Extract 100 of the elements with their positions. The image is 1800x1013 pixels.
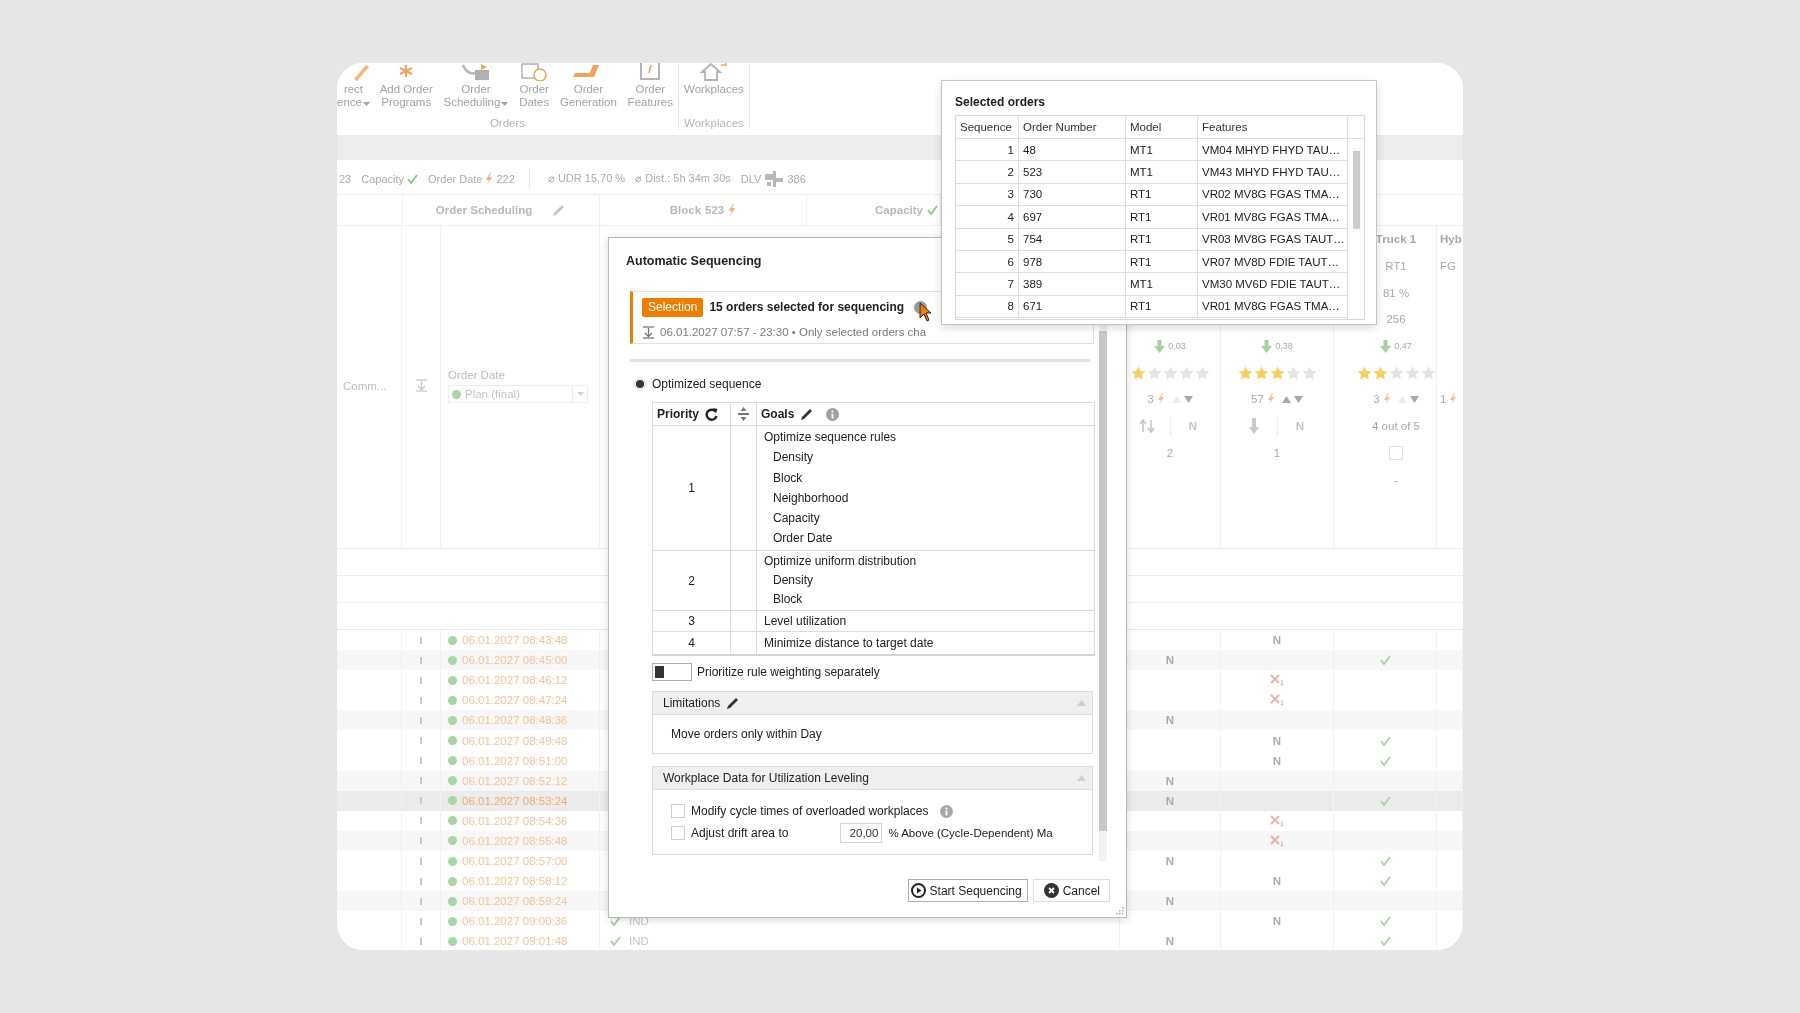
table-cell: 730 bbox=[1023, 188, 1043, 201]
column-header: Capacity bbox=[875, 204, 923, 216]
table-cell: VR01 MV8G FGAS TMA… bbox=[1202, 300, 1340, 313]
date-text: 06.01.2027 08:47:24 bbox=[462, 694, 568, 707]
column-header: Block bbox=[669, 204, 702, 216]
unit-text: % Above (Cycle-Dependent) Ma bbox=[888, 827, 1053, 840]
limitation-text: Move orders only within Day bbox=[671, 726, 823, 744]
table-cell: VR03 MV8G FGAS TAUT… bbox=[1202, 233, 1345, 246]
table-cell: 1 bbox=[1007, 143, 1014, 156]
goal-text: Order Date bbox=[772, 530, 834, 548]
summary-value: 222 bbox=[496, 172, 515, 185]
table-cell: MT1 bbox=[1130, 143, 1153, 156]
count-text: 2 bbox=[1166, 446, 1174, 459]
panel-title: Workplace Data for Utilization Leveling bbox=[663, 771, 869, 786]
trend-value: 0,38 bbox=[1275, 341, 1293, 352]
checkbox-label: Adjust drift area to bbox=[691, 826, 789, 841]
summary-text: ⌀ UDR 15,70 % bbox=[547, 172, 626, 185]
flag-text: N bbox=[1272, 875, 1282, 888]
flag-text: N bbox=[1272, 634, 1282, 647]
priority-number: 3 bbox=[688, 614, 695, 629]
panel-title: Limitations bbox=[663, 696, 721, 711]
date-text: 06.01.2027 08:46:12 bbox=[462, 674, 568, 687]
date-text: 06.01.2027 08:48:36 bbox=[462, 714, 568, 727]
priority-number: 4 bbox=[688, 636, 695, 651]
table-cell: RT1 bbox=[1130, 233, 1152, 246]
date-text: 06.01.2027 09:01:48 bbox=[462, 935, 568, 948]
column-header: Priority bbox=[657, 407, 699, 421]
priority-number: 2 bbox=[688, 573, 695, 588]
goal-text: Optimize sequence rules bbox=[764, 429, 898, 446]
column-header: Truck 1 bbox=[1375, 233, 1417, 246]
summary-value: 386 bbox=[787, 172, 806, 185]
count-text: 1 bbox=[1273, 446, 1281, 459]
date-text: 06.01.2027 08:59:24 bbox=[462, 895, 568, 908]
column-header: Sequence bbox=[960, 121, 1012, 133]
violation-count: 3 bbox=[1373, 393, 1380, 406]
table-cell: 8 bbox=[1007, 300, 1014, 313]
popup-title: Selected orders bbox=[955, 95, 1047, 111]
violation-count: 1 bbox=[1440, 393, 1447, 406]
date-text: 06.01.2027 08:55:48 bbox=[462, 835, 568, 847]
flag-text: N bbox=[1272, 754, 1282, 767]
goal-text: Block bbox=[772, 469, 804, 487]
date-text: 06.01.2027 08:54:36 bbox=[462, 814, 568, 827]
amount-text: 256 bbox=[1386, 313, 1406, 326]
dialog-title: Automatic Sequencing bbox=[626, 254, 762, 268]
flag-text: N bbox=[1272, 734, 1282, 747]
table-cell: VM04 MHYD FHYD TAU… bbox=[1202, 143, 1341, 156]
table-cell: 48 bbox=[1023, 143, 1036, 156]
trend-value: 0,47 bbox=[1394, 341, 1412, 352]
goal-text: Density bbox=[772, 572, 814, 589]
goal-text: Capacity bbox=[772, 510, 821, 528]
column-header: Features bbox=[1202, 121, 1248, 133]
summary-text: Capacity bbox=[361, 172, 405, 185]
summary-text: ⌀ Dist.: 5h 34m 30s bbox=[635, 172, 731, 185]
column-header: Order Number bbox=[1023, 121, 1097, 133]
column-header: Order Date bbox=[448, 369, 506, 381]
flag-text: N bbox=[1165, 654, 1175, 667]
flag-text: N bbox=[1187, 420, 1199, 433]
priority-number: 1 bbox=[688, 480, 695, 495]
model-text: FG bbox=[1440, 260, 1456, 273]
date-text: 06.01.2027 08:43:48 bbox=[462, 634, 568, 647]
trend-value: 0,03 bbox=[1168, 341, 1186, 352]
table-cell: RT1 bbox=[1130, 255, 1152, 268]
flag-text: N bbox=[1165, 855, 1175, 868]
date-text: 06.01.2027 08:51:00 bbox=[462, 754, 568, 767]
share-text: 81 % bbox=[1382, 286, 1410, 299]
violation-count: 57 bbox=[1251, 393, 1264, 406]
ribbon-group-label: Orders bbox=[488, 117, 527, 129]
flag-text: N bbox=[1165, 794, 1175, 807]
summary-text: Order Date bbox=[428, 172, 483, 185]
date-text: 06.01.2027 08:58:12 bbox=[462, 875, 568, 888]
table-cell: 5 bbox=[1007, 233, 1014, 246]
table-cell: 523 bbox=[1023, 166, 1043, 179]
column-header: Hyb bbox=[1440, 233, 1462, 246]
table-cell: VR01 MV8G FGAS TMA… bbox=[1202, 210, 1340, 223]
rating-text: 4 out of 5 bbox=[1372, 420, 1420, 433]
goal-text: Block bbox=[772, 591, 804, 609]
table-cell: 697 bbox=[1023, 210, 1043, 223]
date-text: 06.01.2027 08:57:00 bbox=[462, 855, 568, 868]
table-cell: VM43 MHYD FHYD TAU… bbox=[1202, 166, 1341, 179]
date-text: 06.01.2027 08:52:12 bbox=[462, 774, 568, 787]
selection-details: 06.01.2027 07:57 - 23:30 • Only selected orders cha bbox=[660, 326, 927, 338]
radio-label: Optimized sequence bbox=[652, 377, 762, 391]
goal-text: Optimize uniform distribution bbox=[764, 552, 918, 570]
selection-badge: Selection bbox=[642, 297, 704, 317]
goal-text: Level utilization bbox=[764, 613, 848, 631]
flag-text: N bbox=[1165, 895, 1175, 908]
table-cell: 7 bbox=[1007, 278, 1014, 291]
table-cell: RT1 bbox=[1130, 210, 1152, 223]
toggle-label: Prioritize rule weighting separately bbox=[697, 665, 880, 680]
table-cell: RT1 bbox=[1130, 300, 1152, 313]
column-header-count: 523 bbox=[705, 204, 725, 216]
note-text: - bbox=[1394, 473, 1398, 486]
model-text: RT1 bbox=[1385, 260, 1407, 273]
violation-count: 3 bbox=[1147, 393, 1154, 406]
goal-text: Minimize distance to target date bbox=[764, 635, 935, 653]
column-header: Order Scheduling bbox=[435, 204, 533, 216]
date-text: 06.01.2027 08:49:48 bbox=[462, 734, 568, 747]
table-cell: 754 bbox=[1023, 233, 1043, 246]
summary-text: DLV bbox=[740, 172, 762, 185]
table-cell: 4 bbox=[1007, 210, 1014, 223]
